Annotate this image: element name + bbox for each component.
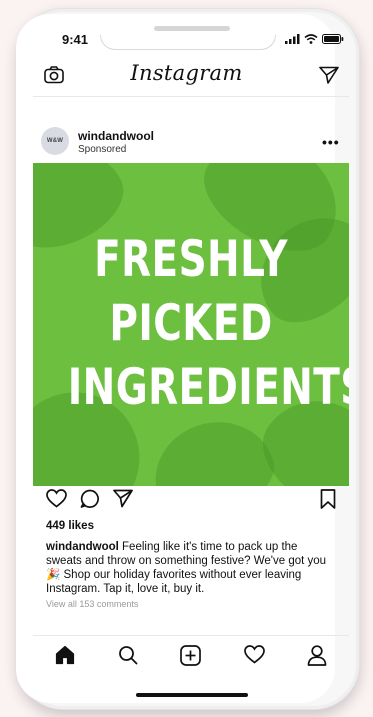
image-headline: FRESHLY PICKED INGREDIENTS <box>67 227 349 419</box>
headline-line: INGREDIENTS <box>67 358 349 416</box>
basil-leaf <box>143 409 283 486</box>
status-time: 9:41 <box>62 32 89 47</box>
avatar-text: W&W <box>46 138 64 144</box>
view-comments-link[interactable]: View all 153 comments <box>46 599 138 609</box>
speaker <box>154 26 230 31</box>
tab-bar-divider <box>33 635 349 636</box>
app-logo: Instagram <box>130 61 243 85</box>
post-username[interactable]: windandwool <box>78 129 154 143</box>
battery-icon <box>322 34 344 44</box>
activity-heart-icon[interactable] <box>244 645 265 664</box>
profile-icon[interactable] <box>307 645 327 666</box>
bookmark-icon[interactable] <box>320 489 336 509</box>
post-caption: windandwool Feeling like it's time to pa… <box>46 540 336 596</box>
signal-icon <box>285 34 300 44</box>
search-icon[interactable] <box>118 645 138 665</box>
comment-icon[interactable] <box>80 489 100 508</box>
headline-line: PICKED <box>109 294 273 352</box>
sponsored-label: Sponsored <box>78 144 127 155</box>
add-post-icon[interactable] <box>180 645 201 666</box>
header-divider <box>33 96 349 97</box>
more-options-button[interactable]: ••• <box>322 134 340 150</box>
share-icon[interactable] <box>113 489 133 508</box>
notch <box>100 35 276 50</box>
headline-line: FRESHLY <box>94 230 288 288</box>
likes-count[interactable]: 449 likes <box>46 520 94 532</box>
status-icons <box>285 34 344 44</box>
post-image[interactable]: FRESHLY PICKED INGREDIENTS <box>33 163 349 486</box>
home-indicator <box>136 693 248 697</box>
heart-icon[interactable] <box>46 489 67 508</box>
direct-message-icon[interactable] <box>319 66 339 84</box>
caption-username[interactable]: windandwool <box>46 541 119 553</box>
home-icon[interactable] <box>55 645 75 665</box>
avatar[interactable]: W&W <box>41 127 69 155</box>
wifi-icon <box>304 34 318 44</box>
